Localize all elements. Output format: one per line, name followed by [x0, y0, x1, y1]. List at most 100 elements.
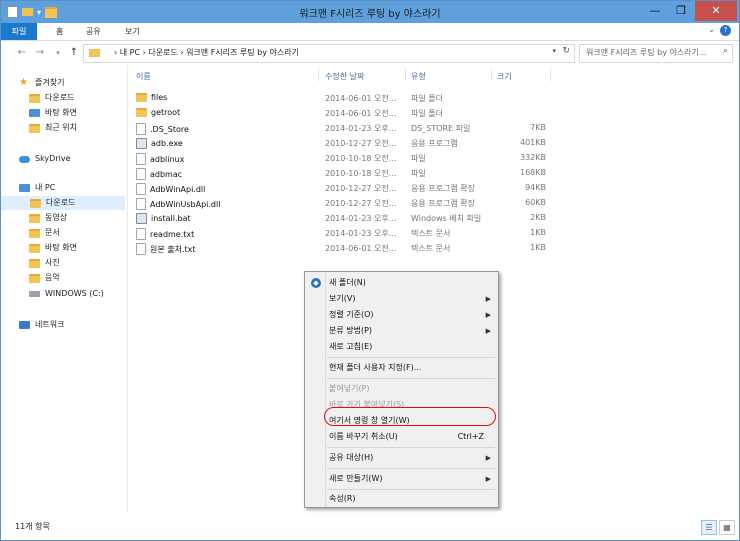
- address-bar[interactable]: › 내 PC › 다운로드 › 워크맨 F시리즈 루팅 by 야스라기 ▾ ↻: [83, 44, 575, 63]
- recent-places-icon: [29, 123, 40, 133]
- file-name: adblinux: [136, 153, 184, 165]
- recent-locations-icon[interactable]: ▾: [51, 46, 65, 60]
- text-file-icon: [136, 243, 146, 255]
- nav-pc-music[interactable]: 음악: [29, 271, 60, 285]
- forward-arrow-icon[interactable]: →: [33, 46, 47, 60]
- menu-separator: [327, 357, 495, 358]
- file-type: 파일: [411, 154, 426, 163]
- file-name: .DS_Store: [136, 123, 189, 135]
- table-row[interactable]: readme.txt 2014-01-23 오후... 텍스트 문서 1KB: [128, 226, 739, 241]
- up-arrow-icon[interactable]: ↑: [67, 46, 81, 60]
- menu-item-new-folder[interactable]: ◆ 새 폴더(N): [305, 275, 498, 291]
- menu-item-group-by[interactable]: 분류 방법(P) ▶: [305, 323, 498, 339]
- column-divider[interactable]: [318, 69, 319, 81]
- submenu-arrow-icon: ▶: [485, 454, 491, 462]
- cloud-icon: [19, 155, 30, 163]
- table-row[interactable]: adblinux 2010-10-18 오전... 파일 332KB: [128, 151, 739, 166]
- file-icon: [136, 123, 146, 135]
- menu-separator: [327, 447, 495, 448]
- nav-network[interactable]: 네트워크: [19, 318, 64, 332]
- nav-pc-pictures[interactable]: 사진: [29, 256, 60, 270]
- search-icon[interactable]: ⌕: [723, 46, 728, 56]
- tab-view[interactable]: 보기: [125, 23, 140, 40]
- close-button[interactable]: ✕: [695, 1, 737, 21]
- nav-skydrive[interactable]: SkyDrive: [19, 152, 71, 166]
- column-divider[interactable]: [550, 69, 551, 81]
- large-icons-view-icon[interactable]: ▦: [719, 520, 735, 535]
- menu-item-sort-by[interactable]: 정렬 기준(O) ▶: [305, 307, 498, 323]
- nav-pc-documents[interactable]: 문서: [29, 226, 60, 240]
- search-input[interactable]: 워크맨 F시리즈 루팅 by 야스라기... ⌕: [579, 44, 733, 63]
- column-header-date[interactable]: 수정한 날짜: [325, 71, 364, 82]
- table-row[interactable]: adb.exe 2010-12-27 오전... 응용 프로그램 401KB: [128, 136, 739, 151]
- table-row[interactable]: adbmac 2010-10-18 오전... 파일 168KB: [128, 166, 739, 181]
- column-header-size[interactable]: 크기: [497, 71, 512, 82]
- file-type: 파일: [411, 169, 426, 178]
- details-view-icon[interactable]: ☰: [701, 520, 717, 535]
- table-row[interactable]: 원본 출처.txt 2014-06-01 오전... 텍스트 문서 1KB: [128, 241, 739, 256]
- refresh-icon[interactable]: ↻: [562, 46, 570, 56]
- application-icon: [136, 138, 147, 149]
- nav-favorites-desktop[interactable]: 바탕 화면: [29, 106, 77, 120]
- nav-pc-downloads[interactable]: 다운로드: [1, 196, 125, 210]
- column-divider[interactable]: [405, 69, 406, 81]
- table-row[interactable]: install.bat 2014-01-23 오후... Windows 배치 …: [128, 211, 739, 226]
- table-row[interactable]: AdbWinUsbApi.dll 2010-12-27 오전... 응용 프로그…: [128, 196, 739, 211]
- file-name: files: [136, 93, 167, 102]
- title-bar[interactable]: ▾ 워크맨 F시리즈 루팅 by 야스라기 — ❐ ✕: [1, 1, 739, 23]
- file-date: 2010-12-27 오전...: [325, 184, 397, 193]
- file-name: AdbWinApi.dll: [136, 183, 205, 195]
- help-icon[interactable]: ?: [720, 25, 731, 36]
- nav-pc-desktop[interactable]: 바탕 화면: [29, 241, 77, 255]
- expand-ribbon-icon[interactable]: ⌄: [708, 25, 715, 34]
- table-row[interactable]: AdbWinApi.dll 2010-12-27 오전... 응용 프로그램 확…: [128, 181, 739, 196]
- menu-item-properties[interactable]: 속성(R): [305, 491, 498, 507]
- nav-this-pc[interactable]: 내 PC: [19, 181, 55, 195]
- nav-pc-videos[interactable]: 동영상: [29, 211, 67, 225]
- file-size: 168KB: [519, 168, 546, 177]
- menu-separator: [327, 468, 495, 469]
- menu-item-new[interactable]: 새로 만들기(W) ▶: [305, 471, 498, 487]
- menu-item-refresh[interactable]: 새로 고침(E): [305, 339, 498, 355]
- nav-favorites-downloads[interactable]: 다운로드: [29, 91, 74, 105]
- menu-item-paste: 붙여넣기(P): [329, 384, 370, 393]
- file-icon: [136, 168, 146, 180]
- minimize-button[interactable]: —: [643, 1, 667, 21]
- submenu-arrow-icon: ▶: [485, 311, 491, 319]
- menu-separator: [327, 489, 495, 490]
- menu-item-share-with[interactable]: 공유 대상(H) ▶: [305, 450, 498, 466]
- tab-share[interactable]: 공유: [86, 23, 101, 40]
- file-size: 94KB: [525, 183, 546, 192]
- column-header-type[interactable]: 유형: [411, 71, 426, 82]
- address-dropdown-icon[interactable]: ▾: [552, 47, 556, 55]
- desktop-icon: [29, 109, 40, 117]
- breadcrumb[interactable]: › 내 PC › 다운로드 › 워크맨 F시리즈 루팅 by 야스라기: [114, 47, 299, 58]
- menu-item-customize-folder[interactable]: 현재 폴더 사용자 지정(F)...: [305, 360, 498, 376]
- menu-item-view[interactable]: 보기(V) ▶: [305, 291, 498, 307]
- music-folder-icon: [29, 273, 40, 283]
- navigation-pane: ★ 즐겨찾기 다운로드 바탕 화면 최근 위치 SkyDrive 내 PC 다운로…: [1, 65, 128, 513]
- file-date: 2014-06-01 오전...: [325, 244, 397, 253]
- column-divider[interactable]: [491, 69, 492, 81]
- file-size: 7KB: [530, 123, 546, 132]
- maximize-button[interactable]: ❐: [669, 1, 693, 21]
- tab-home[interactable]: 홈: [56, 23, 63, 40]
- nav-pc-drive-c[interactable]: WINDOWS (C:): [29, 287, 104, 301]
- table-row[interactable]: .DS_Store 2014-01-23 오후... DS_STORE 파일 7…: [128, 121, 739, 136]
- file-name: readme.txt: [136, 228, 194, 240]
- column-header-name[interactable]: 이름: [136, 71, 151, 82]
- menu-item-undo-rename[interactable]: 이름 바꾸기 취소(U) Ctrl+Z: [305, 429, 498, 445]
- file-name: getroot: [136, 108, 180, 117]
- table-row[interactable]: files 2014-06-01 오전... 파일 폴더: [128, 91, 739, 106]
- file-type: 텍스트 문서: [411, 229, 451, 238]
- file-date: 2010-10-18 오전...: [325, 169, 397, 178]
- nav-favorites-recent[interactable]: 최근 위치: [29, 121, 77, 135]
- menu-item-open-command-window[interactable]: 여기서 명령 창 열기(W): [305, 413, 498, 429]
- tab-file[interactable]: 파일: [1, 23, 37, 40]
- back-arrow-icon[interactable]: ←: [15, 46, 29, 60]
- menu-separator: [327, 378, 495, 379]
- dll-file-icon: [136, 183, 146, 195]
- text-file-icon: [136, 228, 146, 240]
- table-row[interactable]: getroot 2014-06-01 오전... 파일 폴더: [128, 106, 739, 121]
- nav-favorites[interactable]: ★ 즐겨찾기: [19, 76, 64, 90]
